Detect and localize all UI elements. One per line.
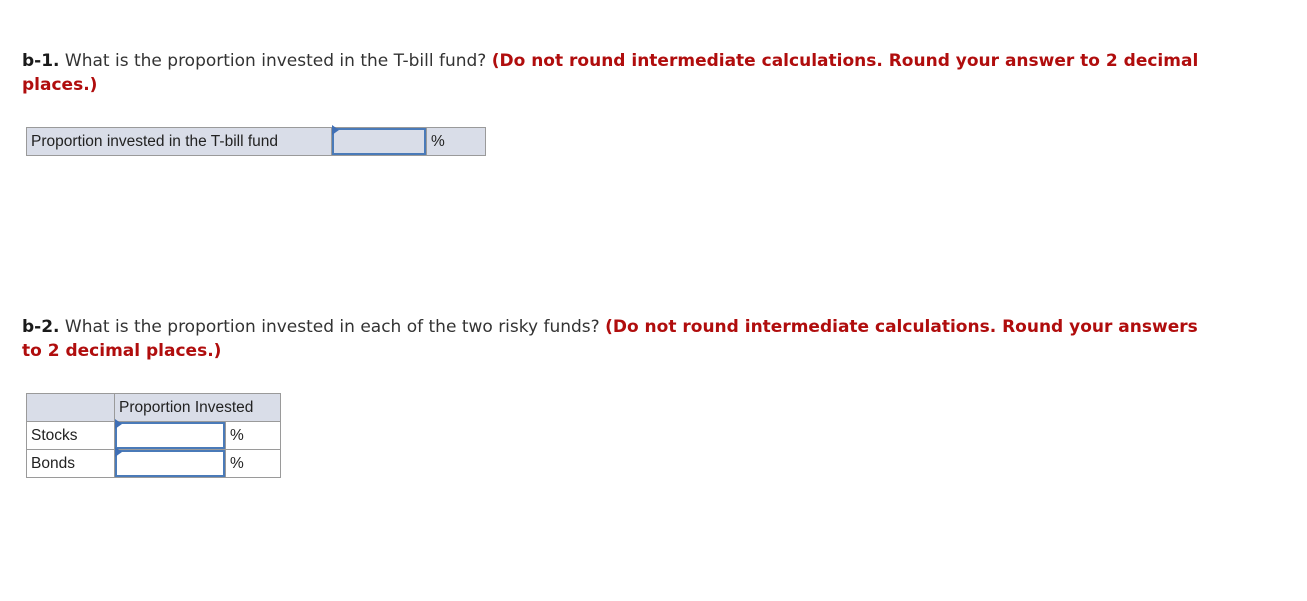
table-row: Bonds % — [26, 447, 281, 478]
table-row: Proportion invested in the T-bill fund % — [26, 125, 486, 156]
table-row: Stocks % — [26, 419, 281, 450]
row-label: Bonds — [26, 449, 115, 478]
row-label: Proportion invested in the T-bill fund — [26, 127, 332, 156]
question-text: What is the proportion invested in the T… — [59, 51, 492, 71]
unit-label: % — [225, 449, 281, 478]
input-cell — [331, 125, 427, 156]
question-b2: b-2. What is the proportion invested in … — [22, 315, 1222, 363]
input-flag-icon — [115, 419, 122, 429]
risky-funds-table: Proportion Invested Stocks % Bonds % — [26, 393, 281, 478]
column-header: Proportion Invested — [114, 393, 281, 422]
tbill-proportion-input[interactable] — [332, 128, 426, 155]
bonds-proportion-input[interactable] — [115, 450, 225, 477]
input-flag-icon — [115, 447, 122, 457]
input-cell — [114, 419, 226, 450]
stocks-proportion-input[interactable] — [115, 422, 225, 449]
question-number: b-2. — [22, 317, 60, 337]
unit-label: % — [225, 421, 281, 450]
empty-header-cell — [26, 393, 115, 422]
input-flag-icon — [332, 125, 339, 135]
unit-label: % — [426, 127, 486, 156]
question-b1: b-1. What is the proportion invested in … — [22, 49, 1222, 97]
row-label: Stocks — [26, 421, 115, 450]
question-text: What is the proportion invested in each … — [59, 317, 606, 337]
input-cell — [114, 447, 226, 478]
table-header-row: Proportion Invested — [26, 393, 281, 422]
tbill-proportion-table: Proportion invested in the T-bill fund % — [26, 125, 486, 156]
question-number: b-1. — [22, 51, 60, 71]
